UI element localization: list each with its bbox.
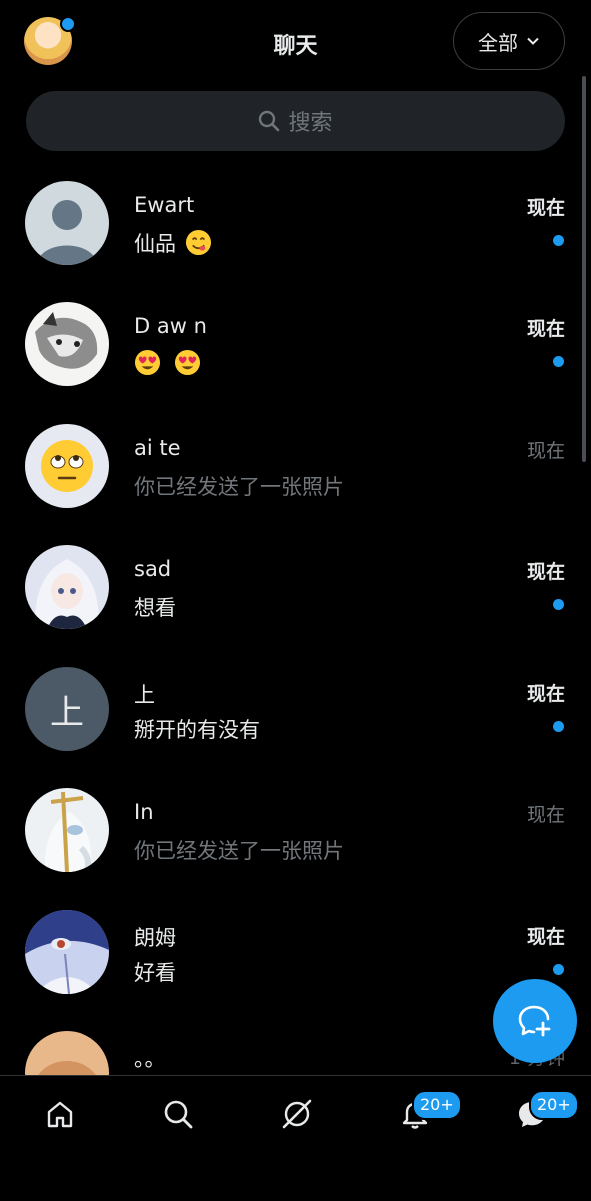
conversation-time: 现在 xyxy=(526,440,565,462)
tab-search[interactable] xyxy=(158,1094,198,1134)
conversation-time: 现在 xyxy=(526,561,565,583)
conversation-preview: 你已经发送了一张照片 xyxy=(134,475,344,499)
home-icon xyxy=(47,1101,73,1128)
avatar-letter: 上 xyxy=(50,692,84,733)
conversation-name: D aw n xyxy=(134,314,207,338)
conversation-preview xyxy=(134,349,201,376)
avatar[interactable] xyxy=(25,910,109,994)
conversation-preview: 好看 xyxy=(134,961,176,985)
conversation-row[interactable]: D aw n 现在 xyxy=(0,281,591,402)
conversation-name: 上 xyxy=(134,683,155,707)
conversation-row[interactable]: 朗姆 好看 现在 xyxy=(0,889,591,1010)
filter-label: 全部 xyxy=(478,30,518,55)
grok-icon xyxy=(282,1099,312,1129)
conversation-preview: 想看 xyxy=(134,596,176,620)
tab-grok[interactable] xyxy=(277,1094,317,1134)
unread-dot xyxy=(553,721,564,732)
conversation-name: Ewart xyxy=(134,193,195,217)
unread-dot xyxy=(553,356,564,367)
conversation-row[interactable]: sad 想看 现在 xyxy=(0,524,591,645)
conversation-name: ai te xyxy=(134,436,181,460)
search-placeholder: 搜索 xyxy=(288,111,333,136)
unread-dot xyxy=(553,599,564,610)
conversation-time: 现在 xyxy=(526,926,565,948)
unread-dot xyxy=(553,964,564,975)
heart-eyes-emoji-icon xyxy=(134,349,161,376)
new-message-button[interactable] xyxy=(493,979,577,1063)
tab-home[interactable] xyxy=(40,1094,80,1134)
header: 聊天 全部 xyxy=(0,0,591,86)
conversation-name: In xyxy=(134,800,154,824)
conversation-row[interactable]: In 你已经发送了一张照片 现在 xyxy=(0,767,591,888)
search-icon xyxy=(259,110,280,132)
new-chat-icon xyxy=(518,1005,551,1037)
conversation-row[interactable]: ai te 你已经发送了一张照片 现在 xyxy=(0,403,591,524)
conversation-preview: 你已经发送了一张照片 xyxy=(134,839,344,863)
heart-eyes-emoji-icon xyxy=(174,349,200,376)
conversation-time: 现在 xyxy=(526,683,565,705)
messages-badge: 20+ xyxy=(529,1090,579,1120)
avatar[interactable]: 上 xyxy=(25,667,109,751)
unread-dot xyxy=(553,235,564,246)
filter-dropdown[interactable]: 全部 xyxy=(453,12,565,70)
message-text: 仙品 xyxy=(134,232,176,256)
conversation-name: 。。 xyxy=(134,1047,166,1071)
conversation-row[interactable]: Ewart 仙品 现在 xyxy=(0,160,591,281)
conversation-time: 现在 xyxy=(526,804,565,826)
conversation-time: 现在 xyxy=(526,197,565,219)
conversation-preview: 掰开的有没有 xyxy=(134,718,260,742)
search-input[interactable]: 搜索 xyxy=(26,91,565,151)
avatar[interactable] xyxy=(25,181,109,265)
conversation-name: 朗姆 xyxy=(134,926,176,950)
avatar[interactable] xyxy=(25,788,109,872)
conversation-row[interactable]: 上 上 掰开的有没有 现在 xyxy=(0,646,591,767)
search-icon xyxy=(164,1100,193,1129)
conversation-preview: 仙品 xyxy=(134,228,212,258)
conversation-time: 现在 xyxy=(526,318,565,340)
conversation-name: sad xyxy=(134,557,172,581)
notifications-badge: 20+ xyxy=(412,1090,462,1120)
chevron-down-icon xyxy=(527,37,539,45)
avatar[interactable] xyxy=(25,545,109,629)
yum-emoji-icon xyxy=(185,229,211,256)
avatar[interactable] xyxy=(25,302,109,386)
bottom-tab-bar: 20+ 20+ xyxy=(0,1075,591,1201)
avatar[interactable] xyxy=(25,424,109,508)
